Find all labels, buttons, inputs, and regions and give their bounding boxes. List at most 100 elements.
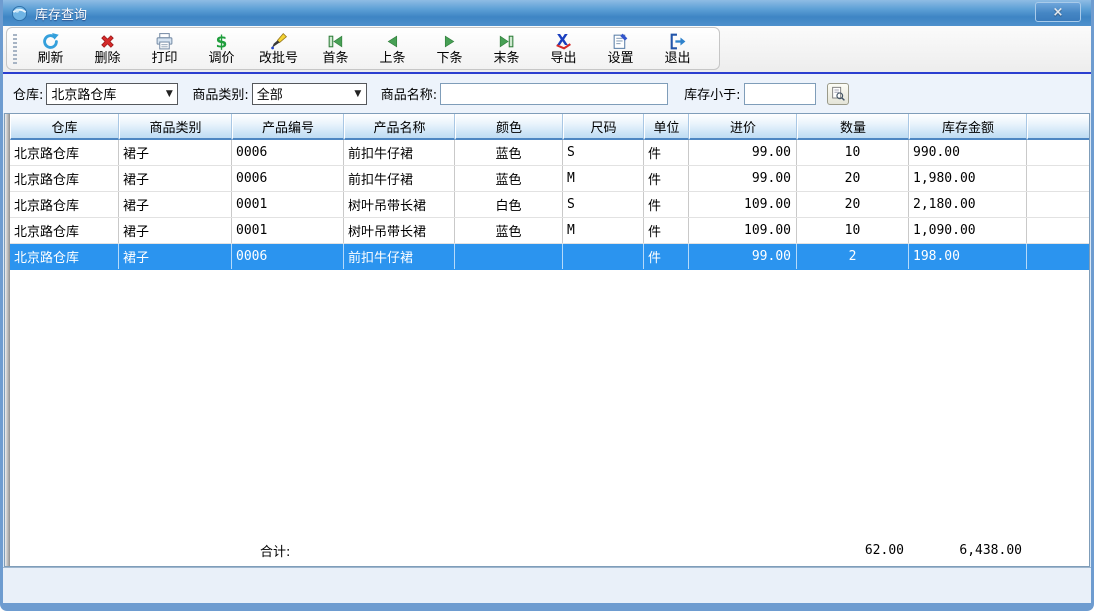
first-record-icon	[326, 32, 345, 51]
settings-button[interactable]: 设置	[592, 29, 649, 69]
table-row[interactable]: 北京路仓库 裙子 0006 前扣牛仔裙 蓝色 S 件 99.00 10 990.…	[10, 140, 1089, 166]
adjust-price-button[interactable]: $ 调价	[193, 29, 250, 69]
cell-category: 裙子	[119, 218, 232, 243]
cell-product-no: 0006	[232, 140, 344, 165]
cell-filler	[1027, 244, 1089, 269]
print-button[interactable]: 打印	[136, 29, 193, 69]
toolbar: 刷新 删除 打印 $	[3, 26, 1091, 72]
doc-magnifier-icon	[830, 86, 846, 102]
first-record-button[interactable]: 首条	[307, 29, 364, 69]
col-header-size[interactable]: 尺码	[563, 114, 644, 140]
col-header-warehouse[interactable]: 仓库	[10, 114, 119, 140]
change-batch-button[interactable]: 改批号	[250, 29, 307, 69]
cell-size: M	[563, 166, 644, 191]
totals-quantity: 62.00	[797, 536, 909, 564]
cell-size: S	[563, 192, 644, 217]
col-header-category[interactable]: 商品类别	[119, 114, 232, 140]
cell-product-no: 0001	[232, 192, 344, 217]
cell-price: 109.00	[689, 192, 797, 217]
chevron-down-icon: ▼	[350, 89, 366, 99]
export-button[interactable]: X 导出	[535, 29, 592, 69]
cell-product-name: 树叶吊带长裙	[344, 192, 455, 217]
close-button[interactable]: ×	[1035, 2, 1081, 22]
cell-warehouse: 北京路仓库	[10, 192, 119, 217]
cell-filler	[1027, 140, 1089, 165]
cell-quantity: 20	[797, 192, 909, 217]
refresh-button[interactable]: 刷新	[22, 29, 79, 69]
warehouse-combo[interactable]: 北京路仓库 ▼	[46, 83, 178, 105]
close-icon: ×	[1053, 5, 1064, 20]
toolbar-label: 调价	[208, 51, 234, 66]
cell-warehouse: 北京路仓库	[10, 218, 119, 243]
cell-product-name: 前扣牛仔裙	[344, 166, 455, 191]
cell-size: M	[563, 218, 644, 243]
last-record-button[interactable]: 末条	[478, 29, 535, 69]
warehouse-combo-value: 北京路仓库	[47, 84, 161, 103]
cell-amount: 990.00	[909, 140, 1027, 165]
cell-filler	[1027, 166, 1089, 191]
dollar-icon: $	[212, 32, 231, 51]
table-row[interactable]: 北京路仓库 裙子 0006 前扣牛仔裙 蓝色 M 件 99.00 20 1,98…	[10, 166, 1089, 192]
toolbar-label: 首条	[322, 51, 348, 66]
cell-product-name: 树叶吊带长裙	[344, 218, 455, 243]
col-header-price[interactable]: 进价	[689, 114, 797, 140]
cell-unit: 件	[644, 166, 689, 191]
cell-price: 99.00	[689, 244, 797, 269]
cell-quantity: 2	[797, 244, 909, 269]
query-button[interactable]	[827, 83, 849, 105]
cell-color: 蓝色	[455, 140, 563, 165]
cell-size	[563, 244, 644, 269]
product-name-input[interactable]	[440, 83, 668, 105]
category-label: 商品类别:	[192, 84, 248, 103]
cell-unit: 件	[644, 244, 689, 269]
inventory-query-window: 库存查询 × 刷新 删除	[0, 0, 1094, 611]
stock-less-than-input[interactable]	[744, 83, 816, 105]
chevron-down-icon: ▼	[161, 89, 177, 99]
category-combo[interactable]: 全部 ▼	[252, 83, 367, 105]
totals-row: 合计: 62.00 6,438.00	[10, 536, 1089, 564]
cell-amount: 2,180.00	[909, 192, 1027, 217]
delete-icon	[98, 32, 117, 51]
toolbar-grip-handle[interactable]	[13, 34, 17, 64]
exit-button[interactable]: 退出	[649, 29, 706, 69]
next-record-button[interactable]: 下条	[421, 29, 478, 69]
cell-amount: 198.00	[909, 244, 1027, 269]
delete-button[interactable]: 删除	[79, 29, 136, 69]
cell-quantity: 20	[797, 166, 909, 191]
warehouse-label: 仓库:	[13, 84, 43, 103]
cell-unit: 件	[644, 192, 689, 217]
table-row[interactable]: 北京路仓库 裙子 0001 树叶吊带长裙 蓝色 M 件 109.00 10 1,…	[10, 218, 1089, 244]
col-header-amount[interactable]: 库存金额	[909, 114, 1027, 140]
toolbar-container: 刷新 删除 打印 $	[6, 27, 720, 70]
notepad-pen-icon	[611, 32, 630, 51]
table-header-row: 仓库 商品类别 产品编号 产品名称 颜色 尺码 单位 进价 数量 库存金额	[10, 114, 1089, 140]
cell-product-no: 0006	[232, 244, 344, 269]
table-row[interactable]: 北京路仓库 裙子 0006 前扣牛仔裙 件 99.00 2 198.00	[10, 244, 1089, 270]
cell-size: S	[563, 140, 644, 165]
col-header-product-name[interactable]: 产品名称	[344, 114, 455, 140]
col-header-color[interactable]: 颜色	[455, 114, 563, 140]
cell-price: 109.00	[689, 218, 797, 243]
inventory-table: 仓库 商品类别 产品编号 产品名称 颜色 尺码 单位 进价 数量 库存金额 北京…	[4, 113, 1090, 567]
cell-category: 裙子	[119, 166, 232, 191]
last-record-icon	[497, 32, 516, 51]
prev-record-button[interactable]: 上条	[364, 29, 421, 69]
refresh-icon	[41, 32, 60, 51]
table-row[interactable]: 北京路仓库 裙子 0001 树叶吊带长裙 白色 S 件 109.00 20 2,…	[10, 192, 1089, 218]
cell-amount: 1,980.00	[909, 166, 1027, 191]
cell-filler	[1027, 218, 1089, 243]
exit-door-icon	[668, 32, 687, 51]
cell-filler	[1027, 192, 1089, 217]
cell-category: 裙子	[119, 244, 232, 269]
col-header-product-no[interactable]: 产品编号	[232, 114, 344, 140]
cell-warehouse: 北京路仓库	[10, 140, 119, 165]
cell-quantity: 10	[797, 140, 909, 165]
next-record-icon	[440, 32, 459, 51]
totals-amount: 6,438.00	[909, 536, 1027, 564]
toolbar-label: 打印	[151, 51, 177, 66]
cell-price: 99.00	[689, 140, 797, 165]
col-header-quantity[interactable]: 数量	[797, 114, 909, 140]
globe-app-icon	[11, 5, 28, 22]
cell-unit: 件	[644, 140, 689, 165]
col-header-unit[interactable]: 单位	[644, 114, 689, 140]
